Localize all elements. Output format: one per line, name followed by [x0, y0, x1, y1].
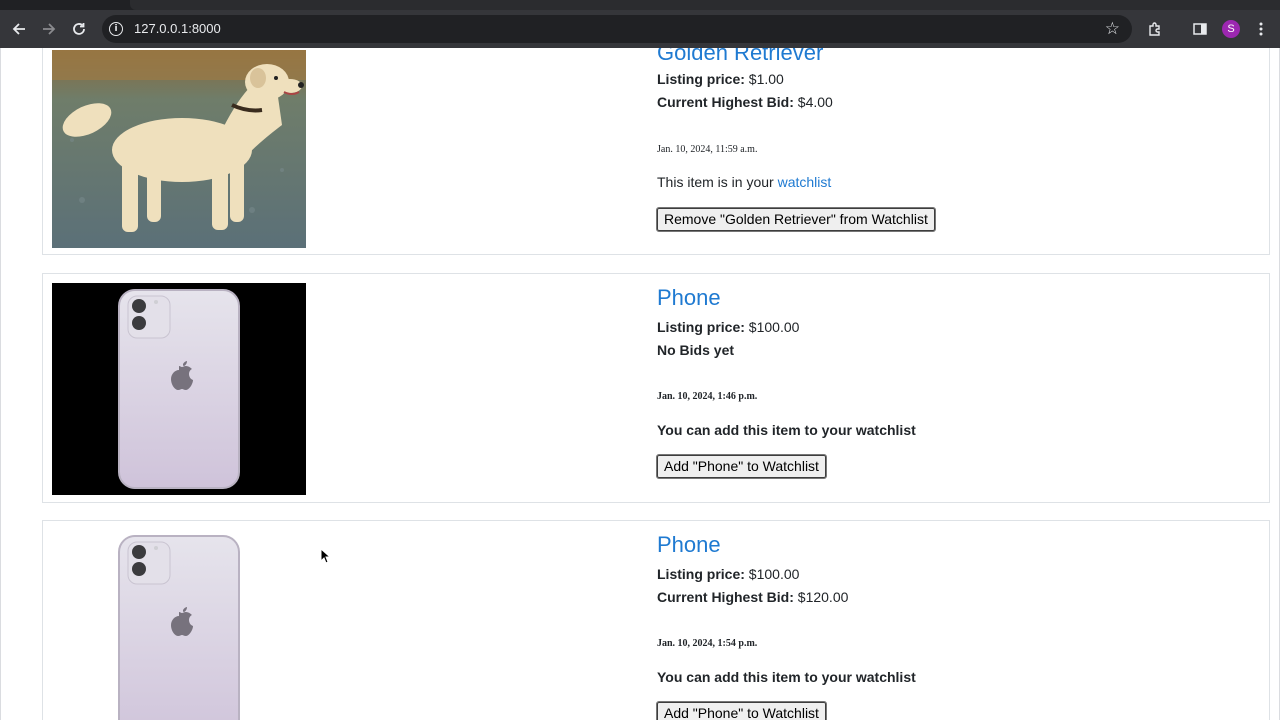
- browser-toolbar: i 127.0.0.1:8000 ☆ S: [0, 10, 1280, 48]
- listing-price-value: $100.00: [748, 566, 800, 582]
- side-panel-icon[interactable]: [1185, 10, 1215, 48]
- listing-price-label: Listing price:: [657, 566, 745, 582]
- extensions-icon[interactable]: [1140, 10, 1170, 48]
- star-icon[interactable]: ☆: [1105, 15, 1120, 43]
- profile-avatar[interactable]: S: [1222, 20, 1240, 38]
- current-bid: No Bids yet: [657, 342, 734, 358]
- golden-retriever-photo[interactable]: [52, 50, 306, 248]
- listing-card: Phone Listing price: $100.00 Current Hig…: [42, 520, 1270, 720]
- listing-date: Jan. 10, 2024, 11:59 a.m.: [657, 144, 758, 155]
- listing-price-value: $100.00: [748, 319, 800, 335]
- back-icon[interactable]: [4, 10, 34, 48]
- remove-from-watchlist-button[interactable]: Remove "Golden Retriever" from Watchlist: [656, 207, 936, 232]
- listing-card: Phone Listing price: $100.00 No Bids yet…: [42, 273, 1270, 503]
- mouse-cursor-icon: [320, 547, 332, 569]
- listing-price: Listing price: $100.00: [657, 319, 799, 335]
- watchlist-status: You can add this item to your watchlist: [657, 669, 916, 685]
- reload-icon[interactable]: [64, 10, 94, 48]
- listing-title[interactable]: Phone: [657, 532, 721, 558]
- watchlist-status: You can add this item to your watchlist: [657, 422, 916, 438]
- current-bid: Current Highest Bid: $4.00: [657, 94, 833, 110]
- listing-price-label: Listing price:: [657, 71, 745, 87]
- listing-date: Jan. 10, 2024, 1:54 p.m.: [657, 638, 758, 649]
- listing-title[interactable]: Golden Retriever: [657, 48, 823, 66]
- listing-card: Golden Retriever Listing price: $1.00 Cu…: [42, 48, 1270, 255]
- listing-price-label: Listing price:: [657, 319, 745, 335]
- bid-value: $120.00: [797, 589, 849, 605]
- forward-icon[interactable]: [34, 10, 64, 48]
- active-tab-edge: [130, 0, 1280, 10]
- watchlist-status: This item is in your watchlist: [657, 174, 831, 190]
- current-bid: Current Highest Bid: $120.00: [657, 589, 848, 605]
- watchlist-text: This item is in your: [657, 174, 774, 190]
- tab-strip: [0, 0, 1280, 10]
- listing-price: Listing price: $100.00: [657, 566, 799, 582]
- listing-title[interactable]: Phone: [657, 285, 721, 311]
- menu-icon[interactable]: [1246, 10, 1276, 48]
- page-viewport: Golden Retriever Listing price: $1.00 Cu…: [0, 48, 1280, 720]
- listing-price-value: $1.00: [748, 71, 784, 87]
- listing-date: Jan. 10, 2024, 1:46 p.m.: [657, 391, 758, 402]
- page-left-border: [0, 48, 1, 720]
- bid-label: No Bids yet: [657, 342, 735, 358]
- watchlist-link[interactable]: watchlist: [778, 174, 832, 190]
- add-to-watchlist-button[interactable]: Add "Phone" to Watchlist: [656, 454, 827, 479]
- bid-label: Current Highest Bid:: [657, 589, 794, 605]
- watchlist-text: You can add this item to your watchlist: [657, 422, 916, 438]
- listing-price: Listing price: $1.00: [657, 71, 784, 87]
- add-to-watchlist-button[interactable]: Add "Phone" to Watchlist: [656, 701, 827, 720]
- address-bar[interactable]: i 127.0.0.1:8000 ☆: [102, 15, 1132, 43]
- info-icon[interactable]: i: [109, 22, 123, 36]
- bid-value: $4.00: [797, 94, 833, 110]
- phone-photo-black-bg[interactable]: [52, 283, 306, 495]
- phone-photo-white-bg[interactable]: [52, 530, 306, 720]
- url-text[interactable]: 127.0.0.1:8000: [134, 15, 221, 43]
- watchlist-text: You can add this item to your watchlist: [657, 669, 916, 685]
- bid-label: Current Highest Bid:: [657, 94, 794, 110]
